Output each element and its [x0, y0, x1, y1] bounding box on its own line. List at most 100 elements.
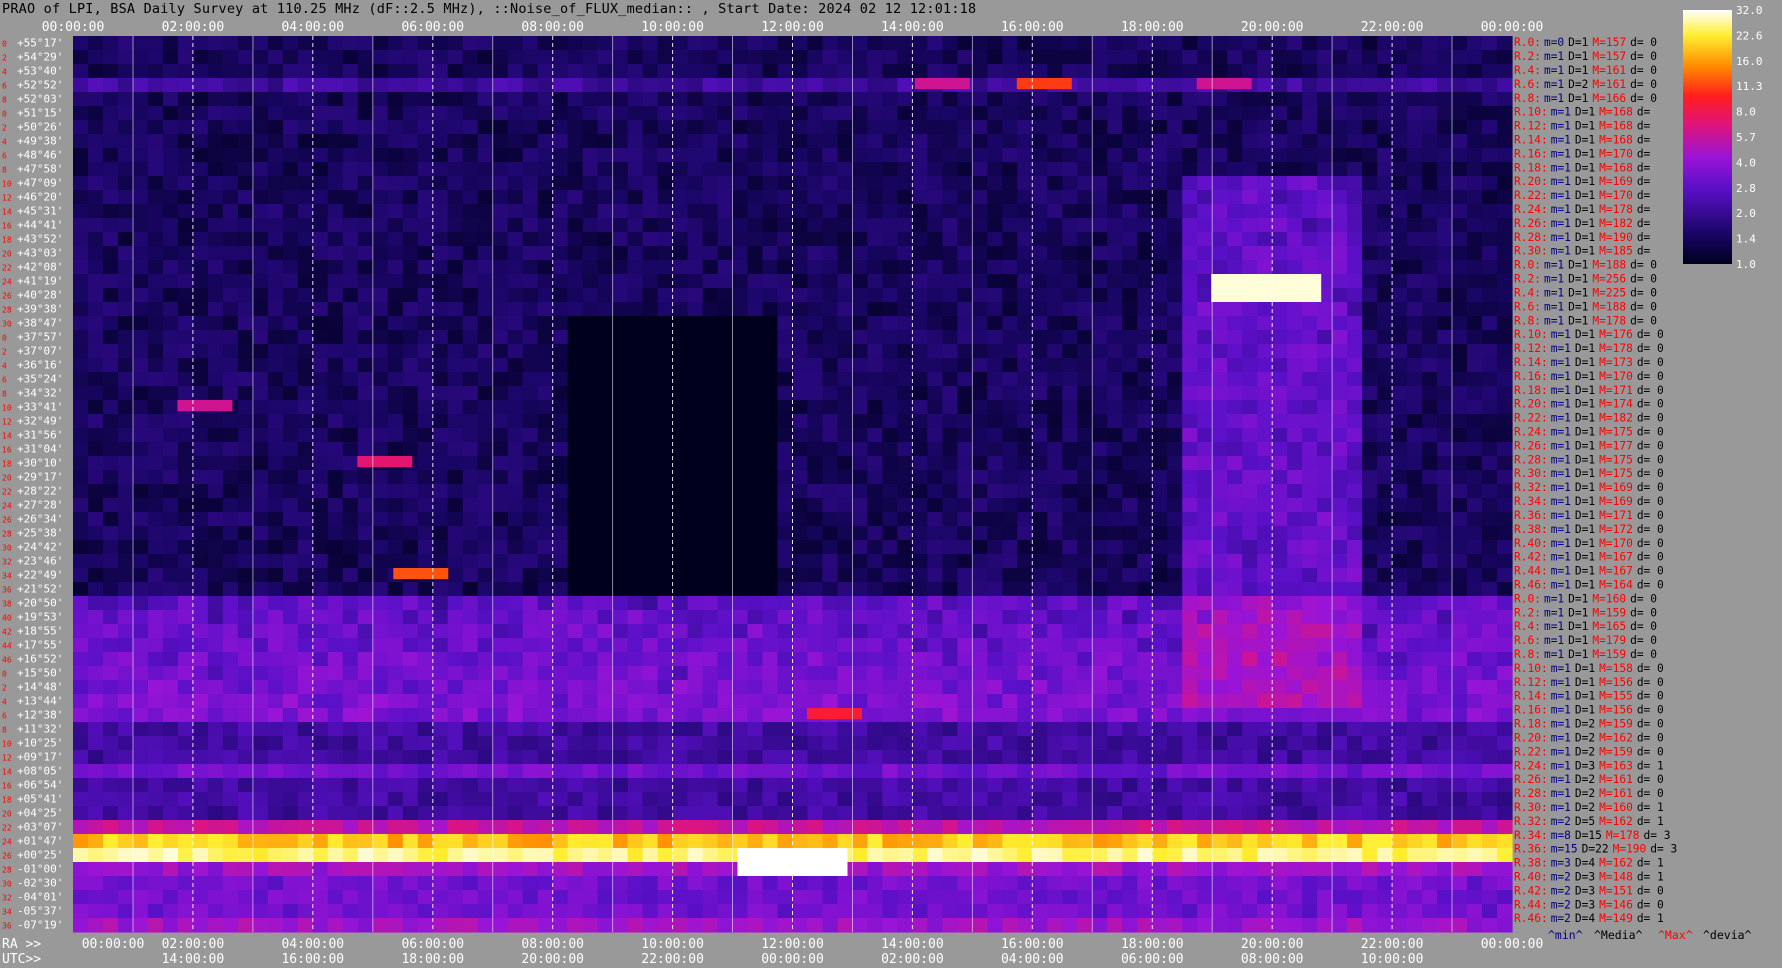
heatmap-cell [1302, 162, 1318, 177]
heatmap-cell [807, 218, 824, 233]
heatmap-cell [312, 736, 329, 751]
heatmap-cell [1317, 162, 1333, 177]
heatmap-cell [252, 442, 269, 457]
heatmap-cell [597, 540, 614, 555]
heatmap-cell [1332, 624, 1348, 639]
heatmap-cell [852, 106, 869, 121]
heatmap-cell [1167, 358, 1183, 373]
heatmap-cell [432, 190, 449, 205]
heatmap-cell [1017, 680, 1033, 695]
heatmap-cell [1422, 288, 1438, 303]
heatmap-cell [267, 204, 284, 219]
heatmap-cell [867, 50, 883, 65]
heatmap-cell [1092, 484, 1108, 499]
heatmap-cell [987, 554, 1003, 569]
heatmap-cell [672, 498, 689, 513]
heatmap-cell [1287, 624, 1303, 639]
heatmap-cell [118, 50, 134, 65]
heatmap-cell [1287, 554, 1303, 569]
heatmap-cell [73, 260, 89, 275]
heatmap-cell [477, 512, 494, 527]
heatmap-cell [357, 680, 374, 695]
heatmap-cell [1467, 736, 1483, 751]
heatmap-cell [882, 736, 898, 751]
heatmap-cell [612, 414, 629, 429]
heatmap-cell [1452, 442, 1468, 457]
heatmap-cell [1377, 456, 1393, 471]
heatmap-cell [1212, 92, 1228, 107]
heatmap-cell [1272, 666, 1288, 681]
heatmap-cell [417, 176, 434, 191]
heatmap-cell [282, 484, 299, 499]
heatmap-cell [1332, 218, 1348, 233]
heatmap-cell [207, 554, 224, 569]
heatmap-cell [432, 386, 449, 401]
heatmap-cell [1287, 190, 1303, 205]
heatmap-cell [627, 204, 644, 219]
heatmap-cell [942, 106, 958, 121]
heatmap-cell [1107, 358, 1123, 373]
heatmap-cell [1167, 260, 1183, 275]
heatmap-cell [133, 148, 149, 163]
heatmap-cell [957, 330, 973, 345]
heatmap-cell [612, 442, 629, 457]
heatmap-cell [732, 190, 749, 205]
heatmap-cell [1017, 162, 1033, 177]
heatmap-cell [1152, 162, 1168, 177]
heatmap-cell [1107, 484, 1123, 499]
heatmap-cell [882, 470, 898, 485]
heatmap-cell [477, 162, 494, 177]
heatmap-cell [1407, 568, 1423, 583]
heatmap-cell [417, 190, 434, 205]
heatmap-cell [567, 708, 584, 723]
heatmap-cell [1122, 400, 1138, 415]
heatmap-cell [177, 596, 194, 611]
heatmap-cell [1062, 680, 1078, 695]
heatmap-cell [1077, 176, 1093, 191]
heatmap-cell [1212, 106, 1228, 121]
heatmap-cell [1422, 148, 1438, 163]
heatmap-cell [1257, 596, 1273, 611]
heatmap-cell [642, 554, 659, 569]
heatmap-cell [462, 274, 479, 289]
heatmap-cell [297, 680, 314, 695]
heatmap-cell [1152, 386, 1168, 401]
heatmap-cell [252, 358, 269, 373]
heatmap-cell [792, 610, 809, 625]
heatmap-cell [1437, 190, 1453, 205]
heatmap-cell [267, 64, 284, 79]
heatmap-cell [103, 596, 119, 611]
heatmap-cell [267, 442, 284, 457]
heatmap-cell [477, 106, 494, 121]
heatmap-cell [162, 708, 179, 723]
heatmap-cell [1002, 750, 1018, 765]
heatmap-cell [987, 120, 1003, 135]
heatmap-cell [1212, 176, 1228, 191]
heatmap-cell [882, 708, 898, 723]
heatmap-cell [732, 512, 749, 527]
heatmap-cell [462, 652, 479, 667]
heatmap-cell [762, 666, 779, 681]
heatmap-cell [1332, 260, 1348, 275]
heatmap-cell [1377, 176, 1393, 191]
heatmap-cell [657, 400, 674, 415]
heatmap-cell [1017, 120, 1033, 135]
heatmap-cell [1137, 106, 1153, 121]
heatmap-cell [462, 316, 479, 331]
heatmap-cell [1437, 330, 1453, 345]
heatmap-cell [522, 414, 539, 429]
heatmap-cell [1152, 652, 1168, 667]
heatmap-cell [567, 624, 584, 639]
heatmap-cell [777, 232, 794, 247]
heatmap-cell [702, 638, 719, 653]
heatmap-cell [987, 148, 1003, 163]
heatmap-cell [1167, 372, 1183, 387]
heatmap-cell [942, 176, 958, 191]
heatmap-cell [477, 386, 494, 401]
heatmap-cell [837, 694, 854, 709]
heatmap-cell [1287, 386, 1303, 401]
heatmap-cell [1362, 540, 1378, 555]
heatmap-cell [222, 428, 239, 443]
heatmap-cell [837, 316, 854, 331]
heatmap-cell [927, 372, 943, 387]
